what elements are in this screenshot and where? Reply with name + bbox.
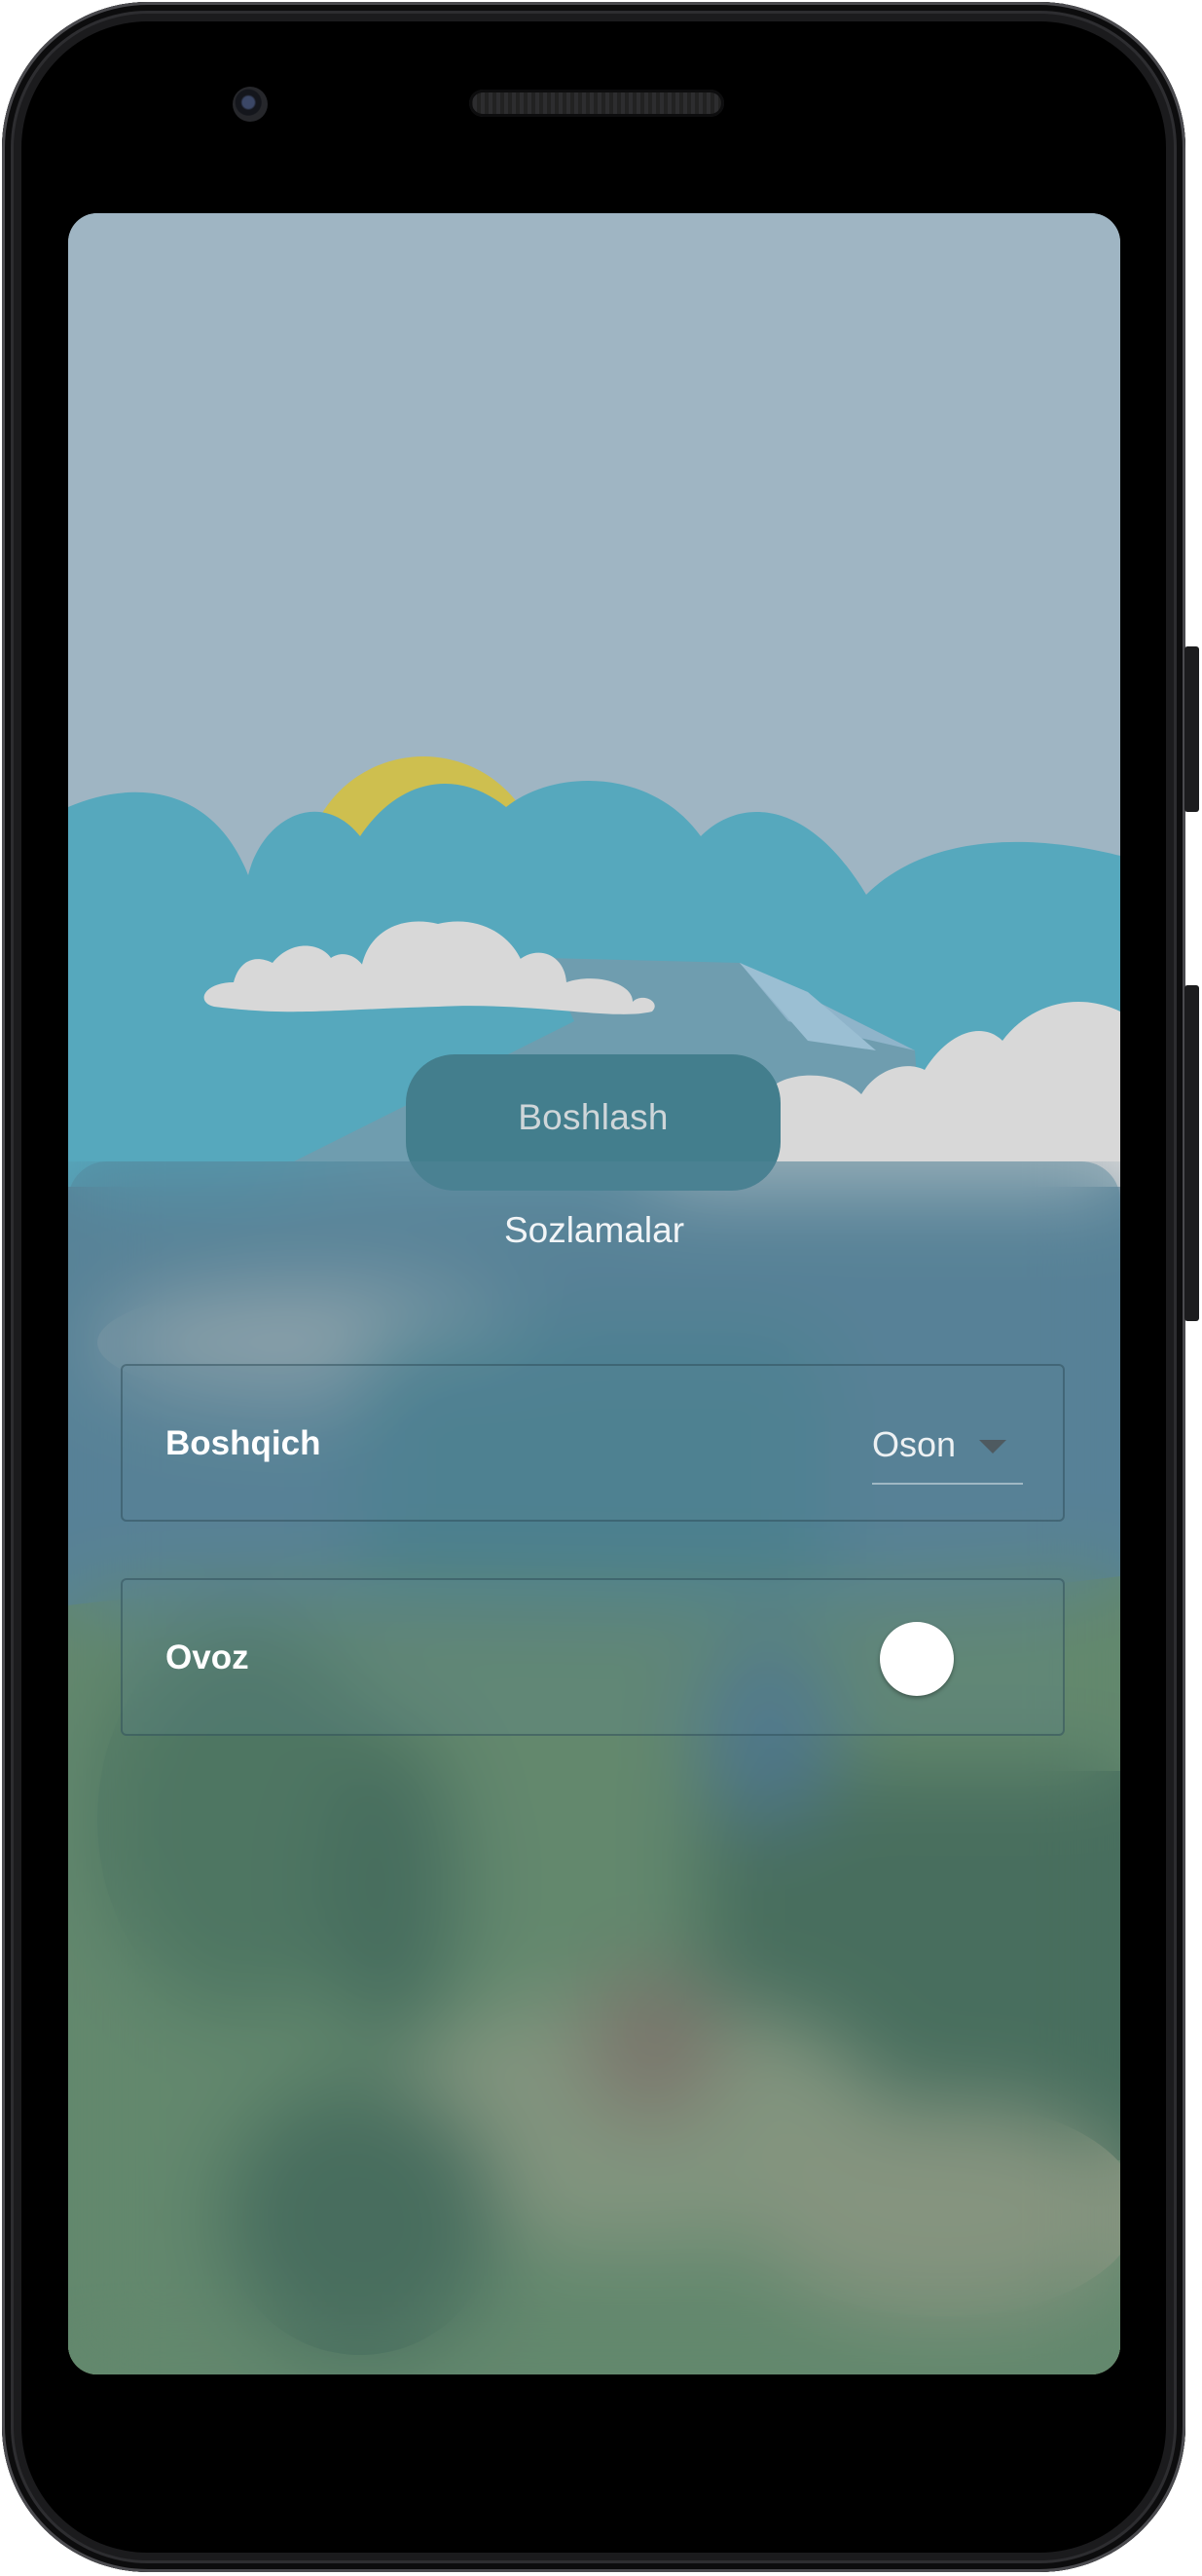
- earpiece-speaker: [469, 90, 724, 117]
- sound-label: Ovoz: [165, 1638, 249, 1676]
- start-button-label: Boshlash: [518, 1097, 669, 1137]
- dropdown-arrow-icon: [979, 1440, 1006, 1454]
- settings-panel: Sozlamalar Boshqich Oson Ovoz: [68, 1161, 1120, 2374]
- sound-toggle[interactable]: [874, 1620, 981, 1698]
- power-button: [1184, 985, 1199, 1321]
- settings-title: Sozlamalar: [503, 1210, 685, 1250]
- difficulty-select[interactable]: Oson: [872, 1413, 1023, 1485]
- volume-button: [1184, 646, 1199, 812]
- app-screen: Boshlash Sozlamalar Boshqich Oson Ovoz: [68, 213, 1120, 2374]
- difficulty-row: Boshqich Oson: [121, 1364, 1065, 1522]
- toggle-thumb: [880, 1622, 954, 1696]
- front-camera: [233, 87, 268, 122]
- difficulty-value: Oson: [872, 1424, 957, 1464]
- sound-row: Ovoz: [121, 1578, 1065, 1736]
- difficulty-label: Boshqich: [165, 1424, 321, 1462]
